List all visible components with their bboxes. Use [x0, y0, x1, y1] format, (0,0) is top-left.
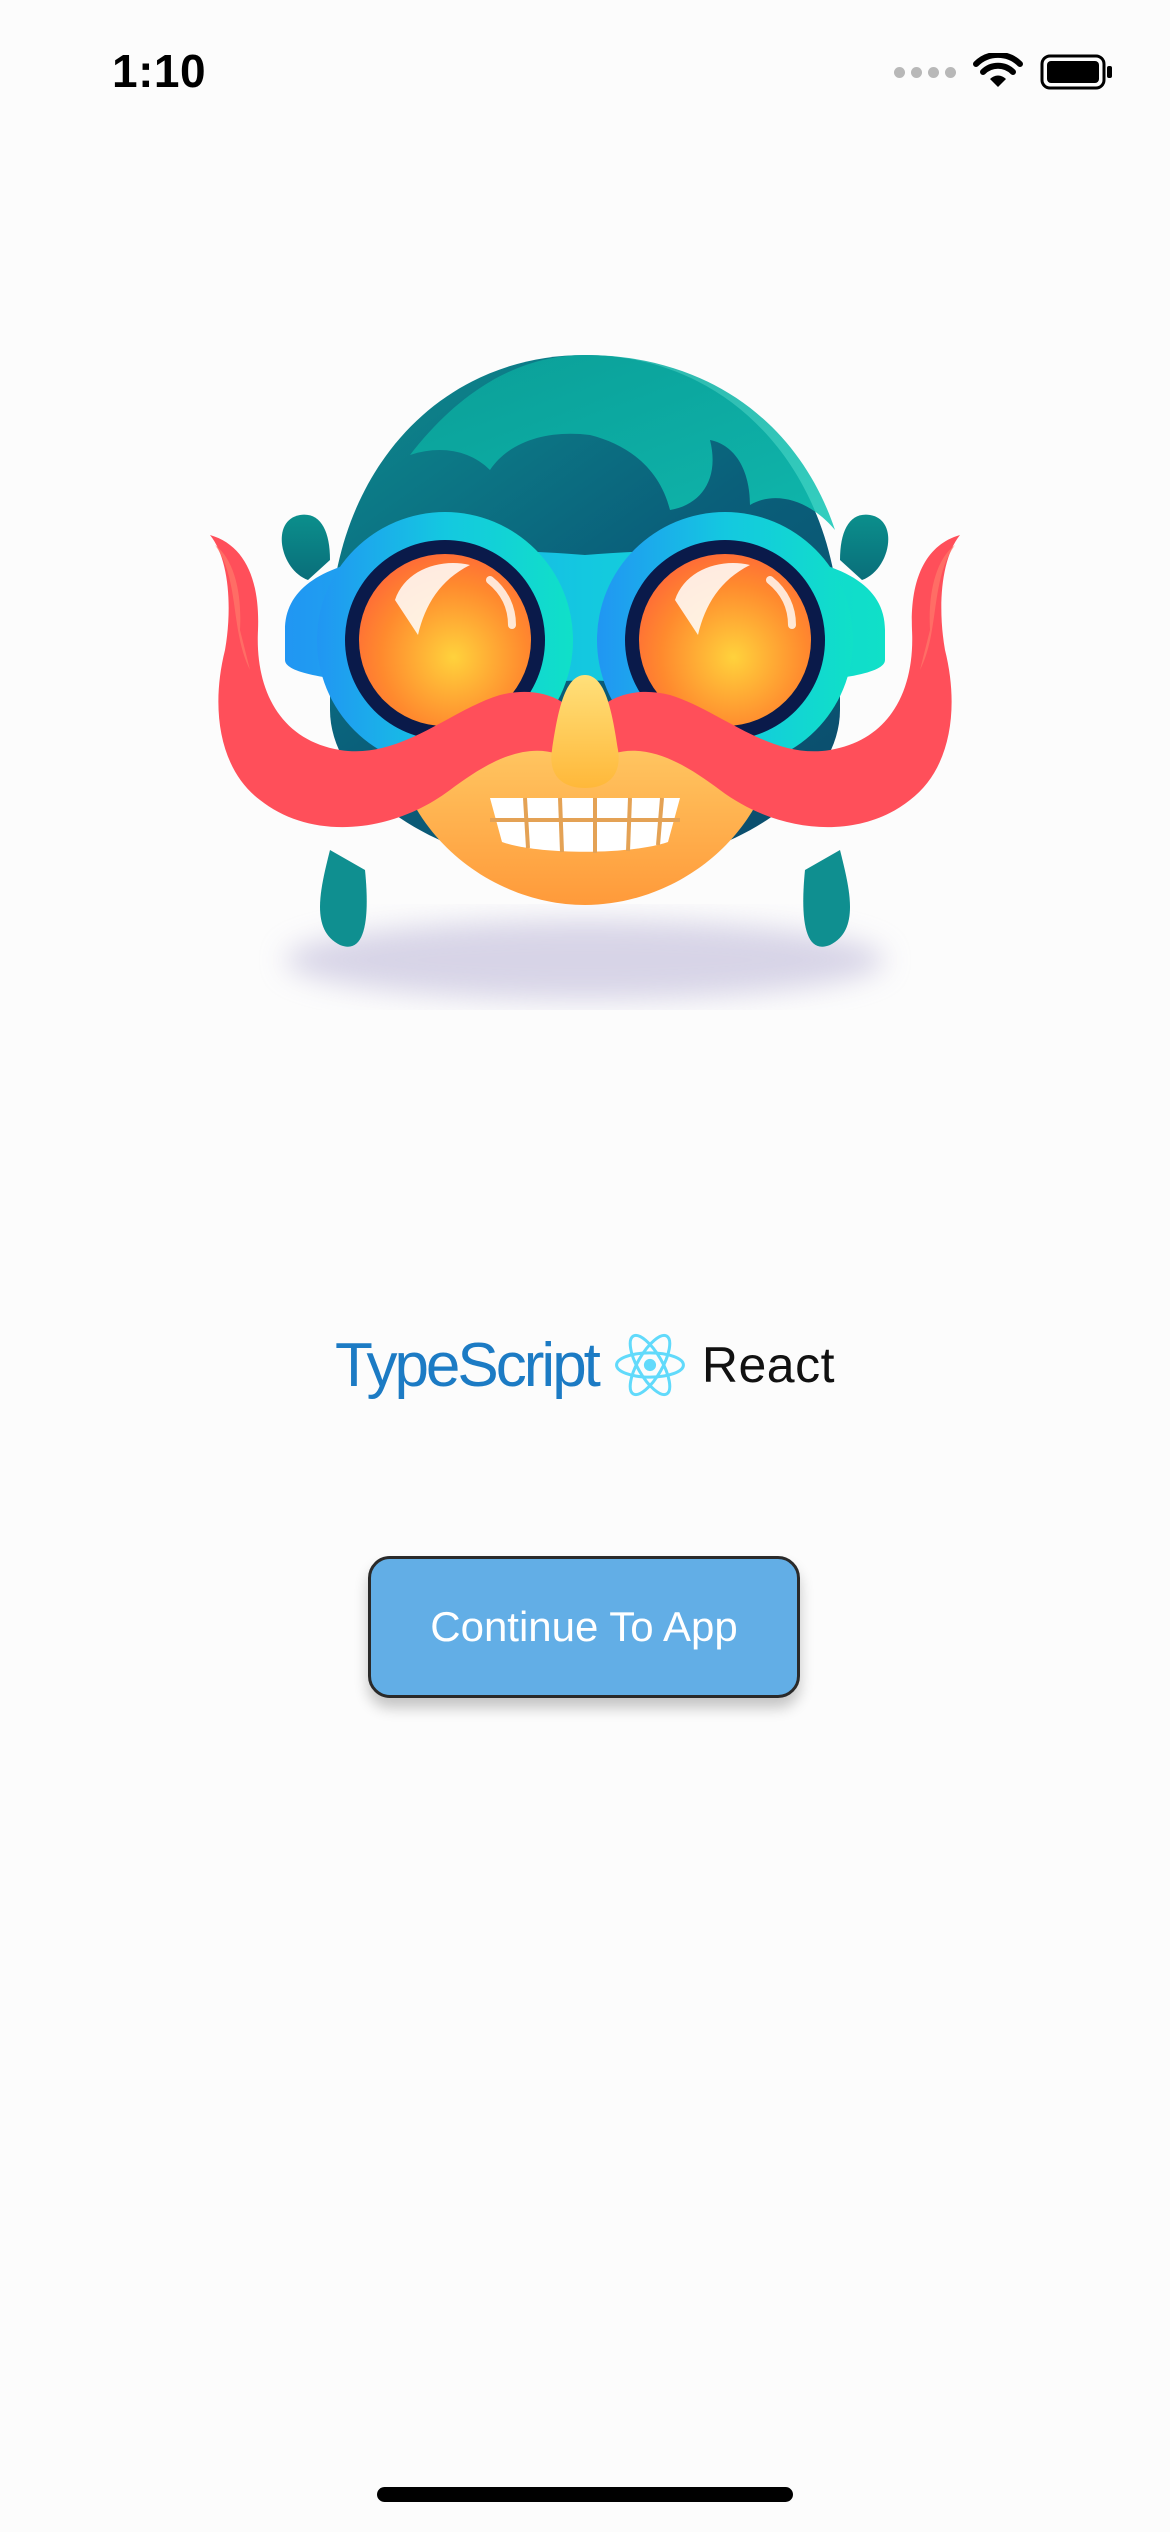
mascot-logo — [210, 355, 960, 1000]
status-bar: 1:10 — [0, 0, 1170, 150]
signal-dots-icon — [894, 66, 956, 78]
tech-stack-banner: TypeScript React — [335, 1300, 835, 1430]
status-time: 1:10 — [112, 45, 207, 97]
continue-to-app-button[interactable]: Continue To App — [368, 1556, 800, 1698]
home-indicator[interactable] — [377, 2487, 793, 2502]
battery-icon — [1040, 54, 1112, 90]
react-label: React — [701, 1337, 835, 1393]
typescript-label: TypeScript — [335, 1330, 601, 1400]
status-icons — [894, 52, 1114, 92]
react-atom-icon — [614, 1333, 685, 1397]
continue-button-label: Continue To App — [430, 1603, 738, 1650]
wifi-icon — [973, 53, 1023, 87]
